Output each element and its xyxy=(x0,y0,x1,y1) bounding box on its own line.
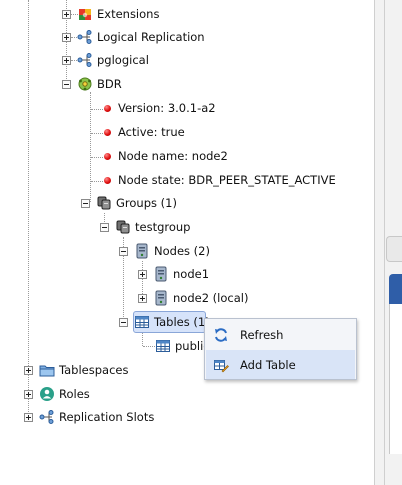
tree-item-label: Groups (1) xyxy=(116,196,177,210)
puzzle-icon xyxy=(77,6,93,22)
tree-item-tables[interactable]: Tables (1) xyxy=(119,311,210,333)
panel-content xyxy=(389,304,402,454)
tree-item-label: Extensions xyxy=(97,7,160,21)
tree-item-label: pglogical xyxy=(97,53,149,67)
object-browser-tree: Extensions Logical Replication pglogical… xyxy=(0,0,374,485)
red-dot-icon xyxy=(104,104,111,112)
refresh-icon xyxy=(213,327,229,343)
table-icon xyxy=(134,314,150,330)
expand-icon[interactable] xyxy=(138,293,147,303)
tree-item-roles[interactable]: Roles xyxy=(24,383,90,405)
expand-icon[interactable] xyxy=(62,55,71,65)
panel-tab[interactable] xyxy=(386,236,402,262)
tree-item-testgroup[interactable]: testgroup xyxy=(100,216,190,238)
tree-item-label: Replication Slots xyxy=(59,410,155,424)
tree-item-extensions[interactable]: Extensions xyxy=(62,3,159,25)
tree-item-tablespaces[interactable]: Tablespaces xyxy=(24,359,128,381)
tree-item-bdr-node-name[interactable]: Node name: node2 xyxy=(104,145,228,167)
expand-icon[interactable] xyxy=(24,389,33,399)
collapse-icon[interactable] xyxy=(62,79,71,89)
panel-header xyxy=(389,274,402,304)
table-icon xyxy=(155,338,171,354)
role-icon xyxy=(39,386,55,402)
servers-icon xyxy=(115,219,131,235)
context-menu-label: Add Table xyxy=(240,357,296,372)
tree-item-label: Nodes (2) xyxy=(154,244,210,258)
tree-item-bdr-active[interactable]: Active: true xyxy=(104,121,185,143)
folder-icon xyxy=(39,362,55,378)
expand-icon[interactable] xyxy=(62,32,71,42)
tree-item-nodes[interactable]: Nodes (2) xyxy=(119,240,210,262)
collapse-icon[interactable] xyxy=(119,317,128,327)
tree-item-label: Node name: node2 xyxy=(118,149,228,163)
expand-icon[interactable] xyxy=(24,365,33,375)
collapse-icon[interactable] xyxy=(100,222,109,232)
tree-item-node1[interactable]: node1 xyxy=(138,263,209,285)
expand-icon[interactable] xyxy=(62,9,71,19)
tree-item-bdr-node-state[interactable]: Node state: BDR_PEER_STATE_ACTIVE xyxy=(104,169,336,191)
tree-item-label: Active: true xyxy=(118,125,185,139)
context-menu-add-table[interactable]: Add Table xyxy=(206,350,355,379)
tree-item-label: Version: 3.0.1-a2 xyxy=(118,101,216,115)
panel-divider xyxy=(384,0,385,485)
tree-item-label: node1 xyxy=(173,267,210,281)
server-icon xyxy=(134,243,150,259)
red-dot-icon xyxy=(104,152,111,160)
tree-item-node2[interactable]: node2 (local) xyxy=(138,287,248,309)
expand-icon[interactable] xyxy=(138,269,147,279)
context-menu: Refresh Add Table xyxy=(204,318,357,380)
expand-icon[interactable] xyxy=(24,412,33,422)
replication-slot-icon xyxy=(39,409,55,425)
collapse-icon[interactable] xyxy=(81,198,90,208)
context-menu-label: Refresh xyxy=(240,327,284,342)
tree-item-bdr[interactable]: BDR xyxy=(62,73,122,95)
red-dot-icon xyxy=(104,128,111,136)
tree-item-pglogical[interactable]: pglogical xyxy=(62,49,149,71)
bdr-icon xyxy=(77,76,93,92)
red-dot-icon xyxy=(104,176,111,184)
replication-icon xyxy=(77,29,93,45)
servers-icon xyxy=(96,195,112,211)
tree-item-label: Tables (1) xyxy=(154,315,210,329)
context-menu-refresh[interactable]: Refresh xyxy=(206,320,355,349)
replication-icon xyxy=(77,52,93,68)
collapse-icon[interactable] xyxy=(119,246,128,256)
tree-item-label: Roles xyxy=(59,387,90,401)
tree-item-label: testgroup xyxy=(135,220,191,234)
tree-item-label: Tablespaces xyxy=(59,363,129,377)
tree-item-bdr-version[interactable]: Version: 3.0.1-a2 xyxy=(104,97,216,119)
tree-item-label: Logical Replication xyxy=(97,30,205,44)
tree-item-label: node2 (local) xyxy=(173,291,249,305)
tree-item-logical-replication[interactable]: Logical Replication xyxy=(62,26,205,48)
server-icon xyxy=(153,266,169,282)
edit-icon xyxy=(213,357,229,373)
server-icon xyxy=(153,290,169,306)
tree-item-label: BDR xyxy=(97,77,122,91)
tree-item-groups[interactable]: Groups (1) xyxy=(81,192,177,214)
tree-item-replication-slots[interactable]: Replication Slots xyxy=(24,406,154,428)
tree-item-label: Node state: BDR_PEER_STATE_ACTIVE xyxy=(118,173,336,187)
